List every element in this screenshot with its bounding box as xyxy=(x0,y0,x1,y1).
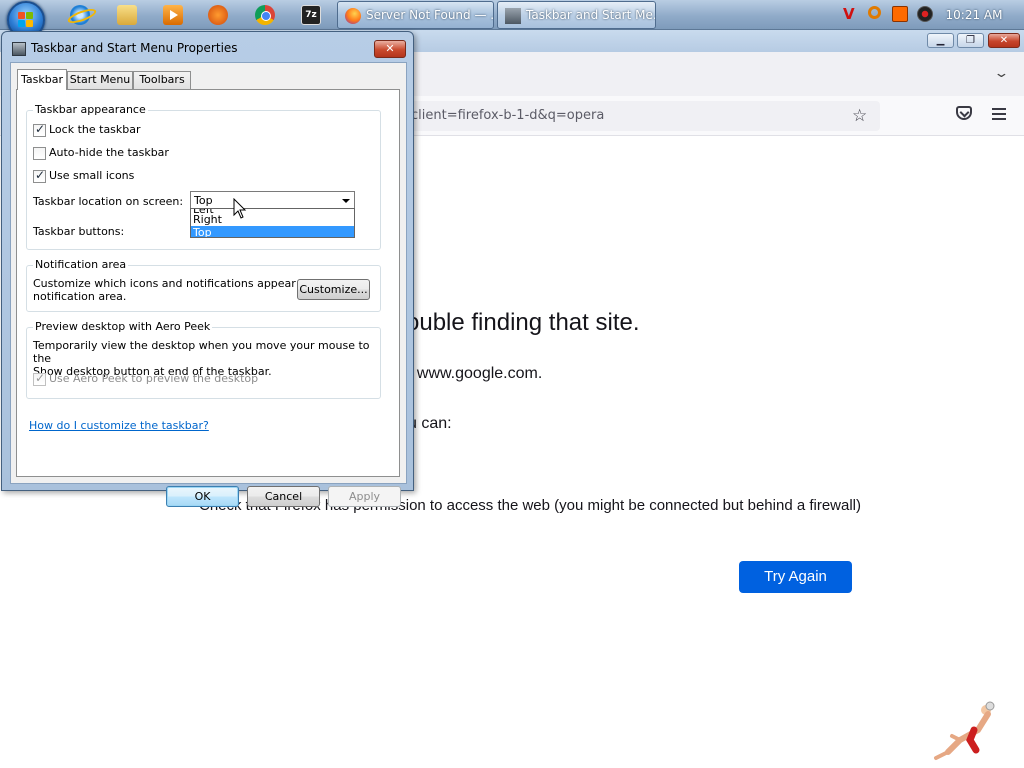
lock-taskbar-checkbox[interactable] xyxy=(33,122,46,137)
taskbar-properties-dialog: Taskbar and Start Menu Properties ✕ Task… xyxy=(1,31,414,507)
dropdown-option-top[interactable]: Top xyxy=(191,226,354,237)
list-all-tabs-chevron-icon[interactable]: ⌄ xyxy=(993,66,1009,81)
firefox-icon xyxy=(345,8,361,24)
group-label: Taskbar appearance xyxy=(33,103,148,116)
help-link[interactable]: How do I customize the taskbar? xyxy=(29,419,209,432)
tab-taskbar[interactable]: Taskbar xyxy=(17,69,67,90)
hamburger-menu-icon[interactable] xyxy=(992,108,1006,120)
taskbar-appearance-group: Taskbar appearance Lock the taskbar Auto… xyxy=(26,103,381,250)
select-value: Top xyxy=(194,194,213,207)
minimize-button[interactable]: ▁ xyxy=(927,33,954,48)
tab-start-menu[interactable]: Start Menu xyxy=(67,71,133,89)
7zip-icon[interactable]: 7z xyxy=(301,5,321,25)
dialog-title: Taskbar and Start Menu Properties xyxy=(31,41,238,55)
close-window-button[interactable]: ✕ xyxy=(988,33,1020,48)
use-aero-peek-checkbox xyxy=(33,371,46,386)
taskbar-location-dropdown: Left Right Top xyxy=(190,208,355,238)
aero-peek-group: Preview desktop with Aero Peek Temporari… xyxy=(26,320,381,399)
close-icon: ✕ xyxy=(385,42,395,55)
dialog-close-button[interactable]: ✕ xyxy=(374,40,406,58)
auto-hide-checkbox[interactable] xyxy=(33,147,46,160)
cancel-button[interactable]: Cancel xyxy=(247,486,320,507)
customize-button[interactable]: Customize... xyxy=(297,279,370,300)
taskbar-buttons-label: Taskbar buttons: xyxy=(33,225,125,238)
group-label: Notification area xyxy=(33,258,129,271)
taskbar-tab-panel: Taskbar appearance Lock the taskbar Auto… xyxy=(16,89,400,477)
checkbox-label: Auto-hide the taskbar xyxy=(49,146,169,159)
dropdown-option-right[interactable]: Right xyxy=(191,213,354,226)
taskbar-properties-icon xyxy=(505,8,521,24)
taskbar-button-taskbar-properties[interactable]: Taskbar and Start Me... xyxy=(497,1,656,29)
desktop-figure-image xyxy=(934,701,995,760)
windows-logo-icon xyxy=(18,12,34,28)
small-icons-checkbox[interactable] xyxy=(33,168,46,183)
chevron-down-icon[interactable] xyxy=(338,192,354,209)
try-again-button[interactable]: Try Again xyxy=(739,561,852,593)
v-tray-icon[interactable]: V xyxy=(843,6,859,22)
tab-toolbars[interactable]: Toolbars xyxy=(133,71,191,89)
bookmark-star-icon[interactable]: ☆ xyxy=(852,106,867,126)
notification-area-group: Notification area Customize which icons … xyxy=(26,258,381,312)
taskbar-button-firefox[interactable]: Server Not Found — ... xyxy=(337,1,494,29)
pocket-icon[interactable] xyxy=(956,106,972,120)
chrome-icon[interactable] xyxy=(255,5,275,25)
search-tray-icon[interactable] xyxy=(868,6,881,19)
checkbox-label: Use small icons xyxy=(49,169,135,182)
internet-explorer-icon[interactable] xyxy=(70,5,90,25)
clock[interactable]: 10:21 AM xyxy=(940,0,1008,30)
ok-button[interactable]: OK xyxy=(166,486,239,507)
windows-explorer-icon[interactable] xyxy=(117,5,137,25)
dialog-body: Taskbar Start Menu Toolbars Taskbar appe… xyxy=(10,62,407,507)
group-label: Preview desktop with Aero Peek xyxy=(33,320,213,333)
location-label: Taskbar location on screen: xyxy=(33,195,184,208)
notification-description: Customize which icons and notifications … xyxy=(33,277,331,303)
restore-button[interactable]: ❐ xyxy=(957,33,984,48)
minimize-icon: ▁ xyxy=(936,35,945,46)
app-tray-icon[interactable] xyxy=(892,6,908,22)
checkbox-label: Use Aero Peek to preview the desktop xyxy=(49,372,259,385)
record-tray-icon[interactable] xyxy=(917,6,933,22)
taskbar-properties-icon xyxy=(12,42,26,56)
apply-button: Apply xyxy=(328,486,401,507)
url-text: client=firefox-b-1-d&q=opera xyxy=(411,108,605,123)
taskbar-button-label: Server Not Found — ... xyxy=(366,8,494,22)
taskbar-button-label: Taskbar and Start Me... xyxy=(526,8,656,22)
restore-icon: ❐ xyxy=(966,35,975,46)
mouse-cursor-icon xyxy=(233,198,247,219)
checkbox-label: Lock the taskbar xyxy=(49,123,141,136)
media-player-icon[interactable] xyxy=(163,5,183,25)
vlc-icon[interactable] xyxy=(208,5,228,25)
taskbar: 7z Server Not Found — ... Taskbar and St… xyxy=(0,0,1024,39)
close-icon: ✕ xyxy=(999,35,1009,46)
